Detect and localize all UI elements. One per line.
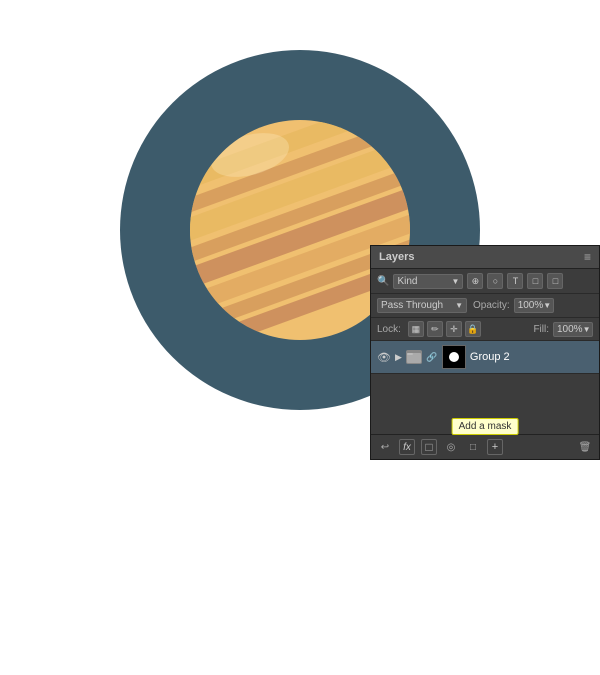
filter-icon-type[interactable]: T	[507, 273, 523, 289]
opacity-chevron-icon: ▼	[543, 301, 551, 310]
chevron-down-icon: ▼	[452, 277, 460, 286]
lock-row: Lock: ▦ ✏ ✛ 🔒 Fill: 100% ▼	[371, 318, 599, 341]
delete-layer-icon[interactable]: 🗑	[577, 439, 593, 455]
canvas-area: Layers ≡ 🔍 Kind ▼ ⊕ ○ T □ □ Pass Through…	[0, 0, 600, 460]
filter-icon-shape[interactable]: □	[527, 273, 543, 289]
layer-expand-icon[interactable]: ▶	[395, 352, 402, 363]
opacity-row: Opacity: 100% ▼	[473, 298, 554, 313]
lock-position-icon[interactable]: ✛	[446, 321, 462, 337]
new-group-icon[interactable]: □	[465, 439, 481, 455]
filter-icon-pixel[interactable]: ⊕	[467, 273, 483, 289]
fill-input[interactable]: 100% ▼	[553, 322, 593, 337]
layer-name: Group 2	[470, 351, 593, 363]
lock-transparent-icon[interactable]: ▦	[408, 321, 424, 337]
link-layers-icon[interactable]: ↩	[377, 439, 393, 455]
add-mask-tooltip: Add a mask	[452, 418, 519, 435]
layers-panel-header: Layers ≡	[371, 246, 599, 269]
lock-label: Lock:	[377, 324, 401, 335]
filter-icons: ⊕ ○ T □ □	[467, 273, 563, 289]
layer-item-group2[interactable]: 👁 ▶ 🔗 Group 2	[371, 341, 599, 374]
filter-icon-smart[interactable]: □	[547, 273, 563, 289]
layer-effects-icon[interactable]: fx	[399, 439, 415, 455]
filter-row: 🔍 Kind ▼ ⊕ ○ T □ □	[371, 269, 599, 294]
filter-kind-dropdown[interactable]: Kind ▼	[393, 274, 463, 289]
fill-chevron-icon: ▼	[583, 325, 591, 334]
layers-panel: Layers ≡ 🔍 Kind ▼ ⊕ ○ T □ □ Pass Through…	[370, 245, 600, 460]
opacity-input[interactable]: 100% ▼	[514, 298, 554, 313]
opacity-label: Opacity:	[473, 300, 510, 311]
filter-icon-adjustment[interactable]: ○	[487, 273, 503, 289]
tooltip-container: Add a mask	[452, 418, 519, 435]
new-layer-icon[interactable]: +	[487, 439, 503, 455]
blend-mode-dropdown[interactable]: Pass Through ▼	[377, 298, 467, 313]
fill-label: Fill:	[533, 324, 549, 335]
lock-all-icon[interactable]: 🔒	[465, 321, 481, 337]
layers-menu-icon[interactable]: ≡	[584, 250, 591, 264]
layer-link-icon[interactable]: 🔗	[426, 351, 438, 363]
new-adjustment-icon[interactable]: ◎	[443, 439, 459, 455]
layers-bottom-toolbar: ↩ fx □ ◎ □ + 🗑	[371, 434, 599, 459]
layer-visibility-icon[interactable]: 👁	[377, 350, 391, 364]
layer-thumb-dot	[449, 352, 459, 362]
layer-folder-icon	[406, 350, 422, 364]
layers-title: Layers	[379, 251, 414, 263]
lock-pixels-icon[interactable]: ✏	[427, 321, 443, 337]
blend-opacity-row: Pass Through ▼ Opacity: 100% ▼	[371, 294, 599, 318]
add-mask-icon[interactable]: □	[421, 439, 437, 455]
blend-chevron-icon: ▼	[455, 301, 463, 310]
lock-icons: ▦ ✏ ✛ 🔒	[408, 321, 481, 337]
layer-thumbnail	[442, 345, 466, 369]
filter-search-icon: 🔍	[377, 276, 389, 287]
